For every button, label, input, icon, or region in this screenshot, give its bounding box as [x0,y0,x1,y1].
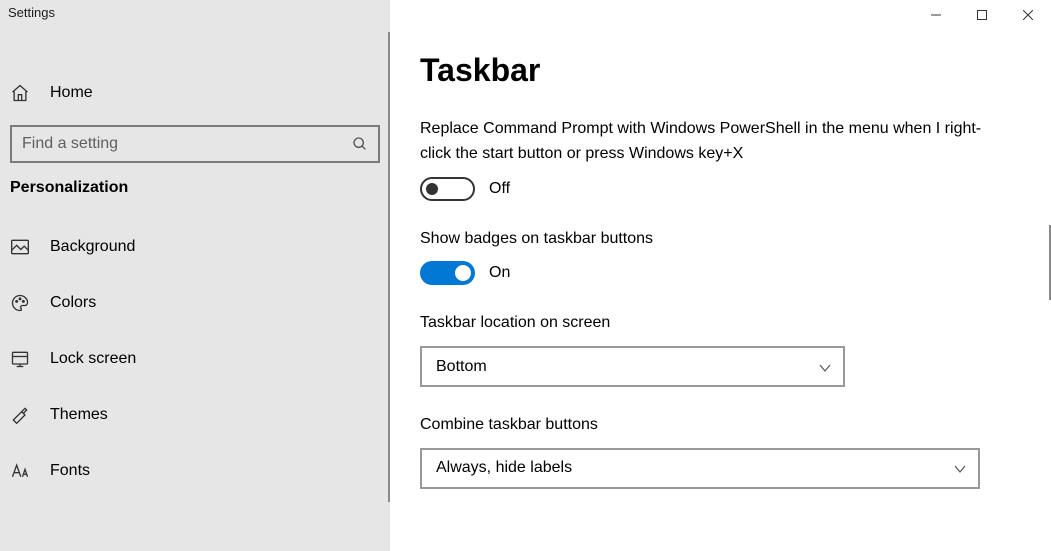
dropdown-value: Bottom [436,358,487,376]
setting-powershell-state: Off [489,180,510,198]
background-icon [10,237,30,257]
nav-home-label: Home [50,84,93,102]
window-controls [913,0,1051,30]
sidebar-item-label: Colors [50,294,96,312]
search-icon [352,136,368,152]
setting-badges-label: Show badges on taskbar buttons [420,227,1000,252]
setting-combine-label: Combine taskbar buttons [420,413,1000,438]
setting-badges-toggle[interactable] [420,261,475,285]
sidebar-category: Personalization [0,179,390,219]
minimize-button[interactable] [913,0,959,30]
chevron-down-icon [819,361,831,373]
search-input[interactable] [10,125,380,163]
sidebar-nav: Background Colors Lock screen Themes Fon… [0,219,390,499]
sidebar-item-colors[interactable]: Colors [0,275,390,331]
close-button[interactable] [1005,0,1051,30]
colors-icon [10,293,30,313]
setting-combine-dropdown[interactable]: Always, hide labels [420,448,980,489]
setting-badges-state: On [489,264,510,282]
home-icon [10,83,30,103]
sidebar-item-lockscreen[interactable]: Lock screen [0,331,390,387]
sidebar-item-label: Fonts [50,462,90,480]
main-pane: Taskbar Replace Command Prompt with Wind… [390,0,1051,551]
sidebar-item-label: Themes [50,406,108,424]
sidebar-item-label: Background [50,238,135,256]
chevron-down-icon [954,462,966,474]
maximize-button[interactable] [959,0,1005,30]
nav-home[interactable]: Home [0,69,390,117]
setting-powershell-label: Replace Command Prompt with Windows Powe… [420,117,1000,167]
lockscreen-icon [10,349,30,369]
themes-icon [10,405,30,425]
sidebar-item-background[interactable]: Background [0,219,390,275]
sidebar: Settings Home Personalization Background… [0,0,390,551]
setting-location-dropdown[interactable]: Bottom [420,346,845,387]
dropdown-value: Always, hide labels [436,459,572,477]
sidebar-item-themes[interactable]: Themes [0,387,390,443]
window-title: Settings [0,0,390,25]
search-field[interactable] [22,135,352,153]
setting-location-label: Taskbar location on screen [420,311,1000,336]
page-title: Taskbar [420,52,1021,89]
sidebar-item-label: Lock screen [50,350,136,368]
sidebar-item-fonts[interactable]: Fonts [0,443,390,499]
setting-powershell-toggle[interactable] [420,177,475,201]
fonts-icon [10,461,30,481]
